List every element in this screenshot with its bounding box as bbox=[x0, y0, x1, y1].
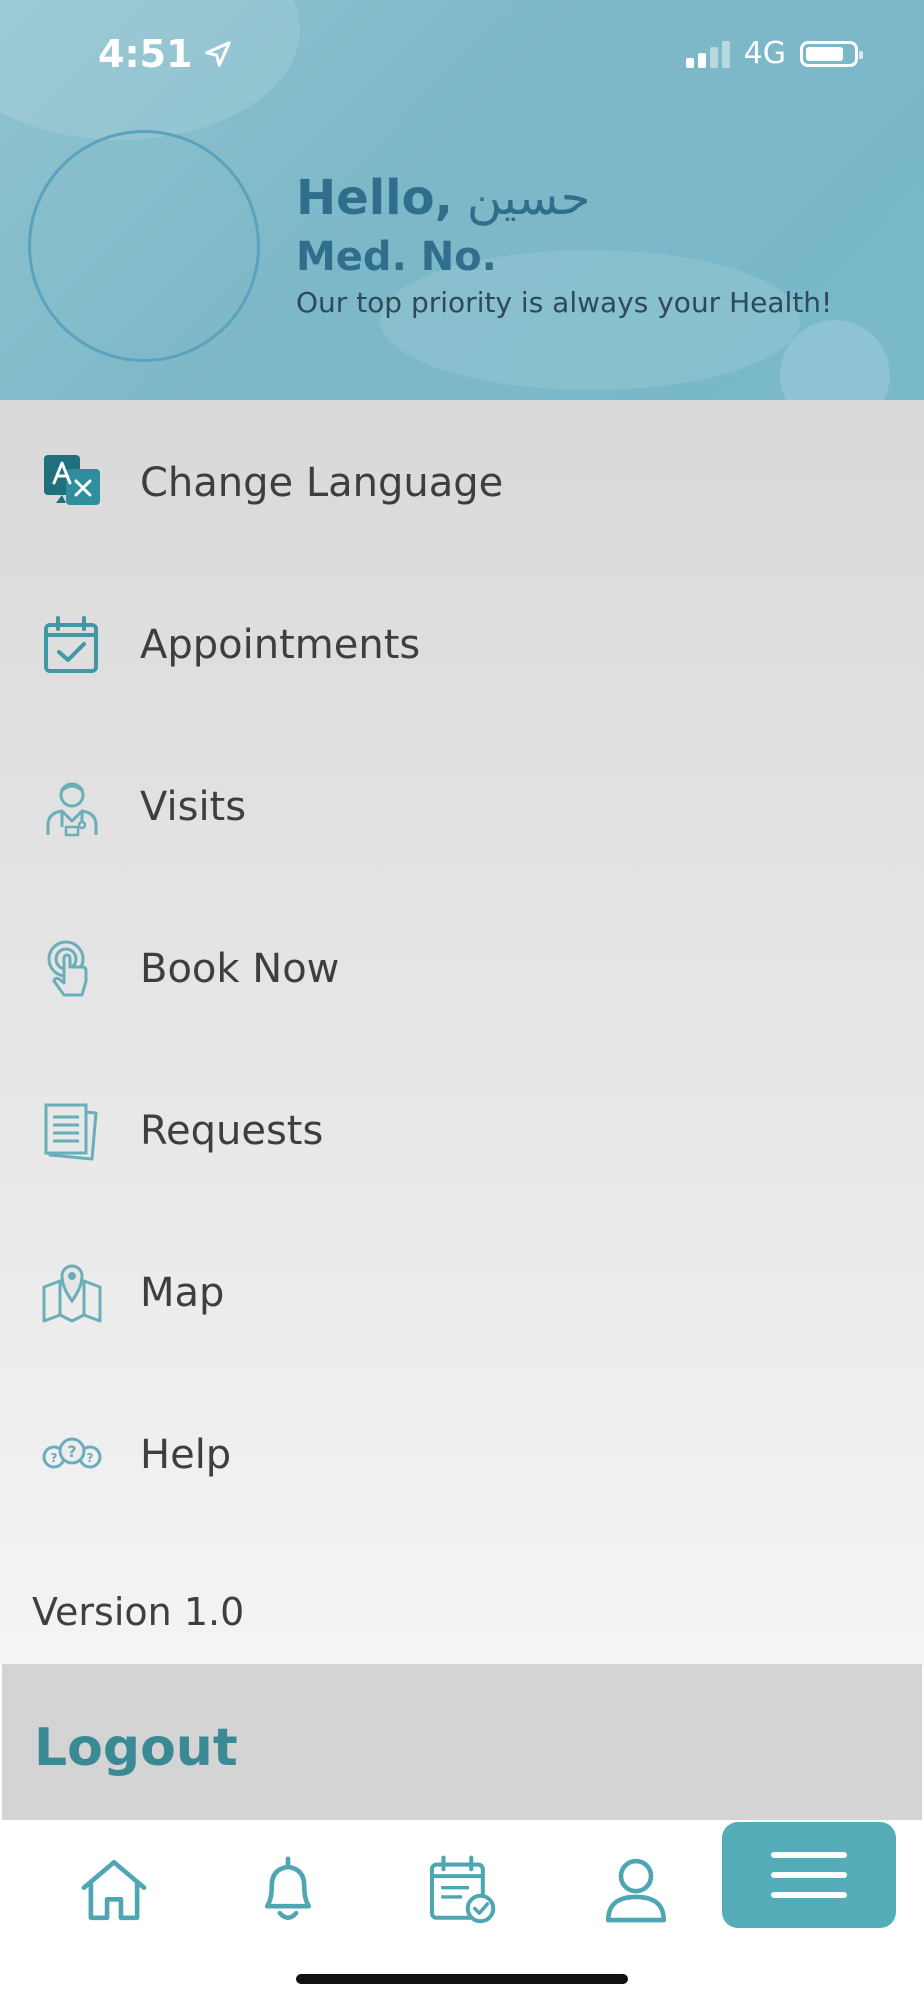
svg-text:?: ? bbox=[51, 1451, 58, 1465]
calendar-check-icon bbox=[44, 616, 98, 673]
menu-item-label: Visits bbox=[140, 784, 247, 830]
menu-item-map[interactable]: Map bbox=[0, 1212, 924, 1374]
signal-icon bbox=[685, 40, 730, 68]
menu-item-label: Change Language bbox=[140, 460, 504, 506]
bell-icon bbox=[264, 1856, 312, 1921]
help-bubbles-icon: ? ? ? bbox=[42, 1437, 102, 1469]
side-menu: Change Language Appointments Visits Book… bbox=[0, 400, 924, 1666]
profile-header: 4:51 4G Hello, حسين Med. No. Our top pri… bbox=[0, 0, 924, 400]
status-bar: 4:51 4G bbox=[0, 0, 924, 110]
translate-icon bbox=[44, 455, 100, 505]
menu-item-help[interactable]: ? ? ? Help bbox=[0, 1374, 924, 1536]
user-icon bbox=[605, 1858, 667, 1923]
home-icon bbox=[81, 1859, 147, 1921]
home-indicator bbox=[296, 1974, 628, 1984]
status-indicators: 4G bbox=[685, 36, 863, 71]
location-arrow-icon bbox=[204, 41, 231, 67]
battery-icon bbox=[800, 40, 863, 67]
menu-item-label: Map bbox=[140, 1270, 225, 1316]
status-time: 4:51 bbox=[98, 32, 233, 76]
tab-notifications[interactable] bbox=[240, 1842, 336, 1938]
greeting: Hello, حسين Med. No. Our top priority is… bbox=[296, 170, 832, 319]
menu-item-requests[interactable]: Requests bbox=[0, 1050, 924, 1212]
menu-item-label: Appointments bbox=[140, 622, 421, 668]
menu-item-label: Book Now bbox=[140, 946, 340, 992]
logout-button[interactable]: Logout bbox=[2, 1664, 922, 1820]
doctor-icon bbox=[46, 782, 98, 837]
menu-item-label: Requests bbox=[140, 1108, 324, 1154]
menu-icon bbox=[771, 1852, 847, 1898]
tab-menu[interactable] bbox=[722, 1822, 896, 1928]
documents-icon bbox=[44, 1103, 98, 1161]
svg-text:?: ? bbox=[87, 1451, 94, 1465]
tagline: Our top priority is always your Health! bbox=[296, 286, 833, 319]
tab-appointments[interactable] bbox=[414, 1842, 510, 1938]
app-version: Version 1.0 bbox=[32, 1590, 245, 1634]
status-time-text: 4:51 bbox=[98, 32, 193, 76]
svg-text:?: ? bbox=[67, 1442, 76, 1461]
menu-item-label: Help bbox=[140, 1432, 232, 1478]
hello-text: Hello, bbox=[296, 170, 453, 226]
network-type: 4G bbox=[743, 36, 786, 71]
map-pin-icon bbox=[42, 1264, 102, 1323]
user-name: حسين bbox=[466, 170, 591, 226]
menu-item-appointments[interactable]: Appointments bbox=[0, 564, 924, 726]
calendar-check-icon bbox=[429, 1855, 496, 1924]
bottom-tab-bar bbox=[0, 1820, 924, 2000]
tap-hand-icon bbox=[47, 940, 88, 997]
menu-item-change-language[interactable]: Change Language bbox=[0, 402, 924, 564]
logout-label: Logout bbox=[34, 1718, 238, 1778]
tab-profile[interactable] bbox=[588, 1842, 684, 1938]
tab-home[interactable] bbox=[66, 1842, 162, 1938]
med-number-label: Med. No. bbox=[296, 234, 497, 280]
menu-item-visits[interactable]: Visits bbox=[0, 726, 924, 888]
avatar[interactable] bbox=[28, 130, 260, 362]
menu-item-book-now[interactable]: Book Now bbox=[0, 888, 924, 1050]
